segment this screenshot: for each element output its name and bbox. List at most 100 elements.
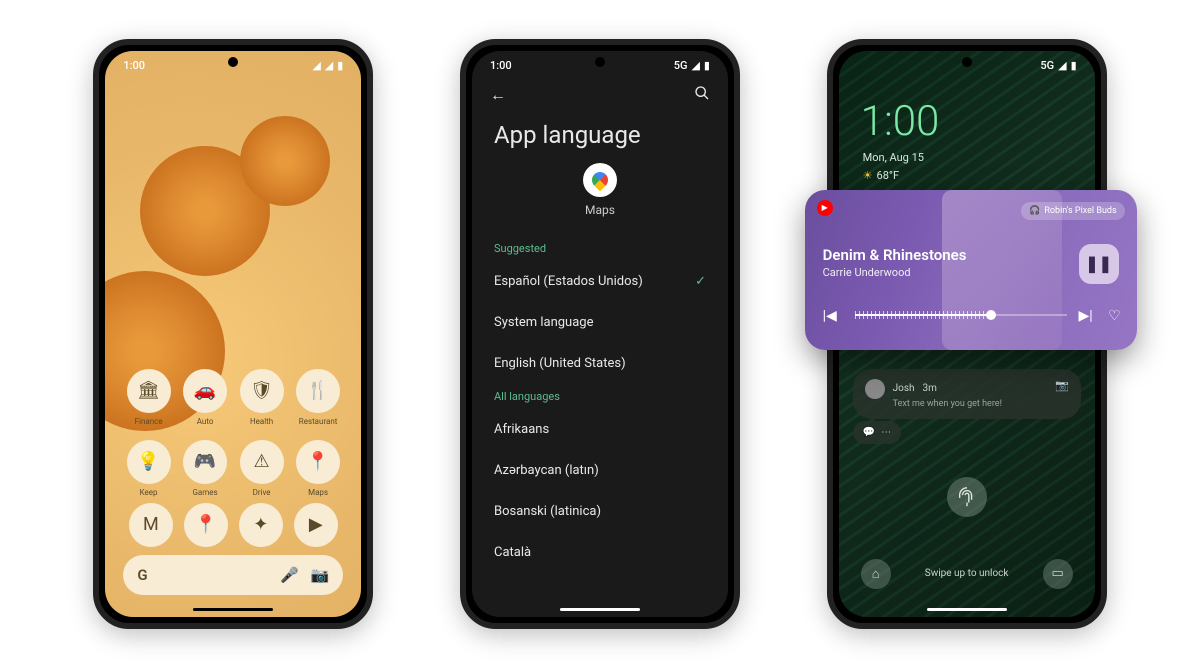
search-icon[interactable] [694, 85, 710, 105]
notif-sender: Josh [893, 383, 915, 394]
lang-option-afrikaans[interactable]: Afrikaans [494, 409, 706, 450]
youtube-music-icon: ▶ [817, 200, 833, 216]
network-label: 5G [674, 59, 688, 72]
car-icon: 🚗 [183, 369, 227, 413]
app-drive[interactable]: ⚠ Drive [236, 440, 287, 497]
status-icons: 5G ◢ ▮ [1040, 59, 1076, 72]
status-time: 1:00 [123, 59, 145, 72]
pause-button[interactable]: ❚❚ [1079, 244, 1119, 284]
battery-icon: ▮ [1071, 59, 1077, 72]
app-label: Health [250, 417, 273, 426]
network-label: 5G [1040, 59, 1054, 72]
app-label: Maps [308, 488, 328, 497]
app-label: Finance [135, 417, 163, 426]
wallpaper-flower [240, 116, 330, 206]
app-name: Maps [585, 203, 615, 217]
lang-label: English (United States) [494, 356, 626, 371]
chat-icon: 💬 [863, 427, 875, 438]
signal-icon: ◢ [691, 59, 699, 72]
battery-icon: ▮ [704, 59, 710, 72]
phone-settings-language: 1:00 5G ◢ ▮ ← App language Maps Suggeste… [460, 39, 740, 629]
nav-pill[interactable] [560, 608, 640, 611]
lang-option-bosanski[interactable]: Bosanski (latinica) [494, 491, 706, 532]
app-label: Restaurant [299, 417, 338, 426]
sun-icon: ☀ [863, 169, 873, 182]
check-icon: ✓ [695, 274, 706, 289]
more-icon: ⋯ [881, 427, 891, 438]
app-finance[interactable]: 🏛 Finance [123, 369, 174, 426]
lang-label: Bosanski (latinica) [494, 504, 601, 519]
app-keep[interactable]: 💡 Keep [123, 440, 174, 497]
status-time: 1:00 [490, 59, 512, 72]
app-grid: 🏛 Finance 🚗 Auto 🛡 Health 🍴 Restaurant 💡… [105, 369, 361, 497]
fingerprint-sensor[interactable] [947, 477, 987, 517]
previous-button[interactable]: |◀ [823, 308, 837, 324]
google-logo: G [137, 566, 147, 584]
signal-icon: ◢ [312, 59, 320, 72]
lock-time: 1:00 [861, 97, 940, 146]
favorite-button[interactable]: ♡ [1108, 308, 1121, 324]
gmail-icon: M [129, 503, 173, 547]
nav-pill[interactable] [193, 608, 273, 611]
nav-pill[interactable] [927, 608, 1007, 611]
camera-icon[interactable]: 📷 [311, 566, 330, 584]
back-button[interactable]: ← [490, 85, 506, 105]
avatar [865, 379, 885, 399]
notification-message[interactable]: Josh 3m Text me when you get here! 📷 [853, 369, 1081, 419]
app-restaurant[interactable]: 🍴 Restaurant [293, 369, 344, 426]
lang-option-espanol[interactable]: Español (Estados Unidos) ✓ [494, 261, 706, 302]
wallet-button[interactable]: ▭ [1043, 559, 1073, 589]
track-artist: Carrie Underwood [823, 266, 911, 279]
temp-value: 68°F [877, 169, 900, 182]
lang-option-english[interactable]: English (United States) [494, 343, 706, 384]
search-bar[interactable]: G 🎤 📷 [123, 555, 343, 595]
progress-knob[interactable] [986, 310, 996, 320]
home-control-button[interactable]: ⌂ [861, 559, 891, 589]
app-auto[interactable]: 🚗 Auto [180, 369, 231, 426]
lock-date: Mon, Aug 15 [863, 151, 924, 164]
pin-icon: 📍 [296, 440, 340, 484]
signal-icon: ◢ [1058, 59, 1066, 72]
unlock-hint: Swipe up to unlock [925, 568, 1009, 579]
lang-option-azerbaycan[interactable]: Azərbaycan (latın) [494, 450, 706, 491]
battery-icon: ▮ [337, 59, 343, 72]
maps-icon: 📍 [184, 503, 228, 547]
dock-maps[interactable]: 📍 [184, 503, 228, 547]
output-device-chip[interactable]: 🎧 Robin's Pixel Buds [1021, 202, 1124, 220]
notification-collapsed[interactable]: 💬 ⋯ [853, 421, 901, 444]
mic-icon[interactable]: 🎤 [280, 566, 299, 584]
fork-knife-icon: 🍴 [296, 369, 340, 413]
bank-icon: 🏛 [127, 369, 171, 413]
camera-hole [962, 57, 972, 67]
app-label: Games [192, 488, 217, 497]
progress-fill [855, 314, 986, 316]
track-title: Denim & Rhinestones [823, 246, 967, 264]
earbuds-icon: 🎧 [1029, 206, 1040, 216]
gamepad-icon: 🎮 [183, 440, 227, 484]
lock-weather: ☀ 68°F [863, 169, 899, 182]
notif-time: 3m [923, 383, 937, 394]
app-maps[interactable]: 📍 Maps [293, 440, 344, 497]
lang-option-system[interactable]: System language [494, 302, 706, 343]
lang-option-catala[interactable]: Català [494, 532, 706, 573]
dock-photos[interactable]: ✦ [239, 503, 283, 547]
next-button[interactable]: ▶| [1078, 308, 1092, 324]
maps-app-icon [583, 163, 617, 197]
app-health[interactable]: 🛡 Health [236, 369, 287, 426]
app-games[interactable]: 🎮 Games [180, 440, 231, 497]
dock-youtube[interactable]: ▶ [294, 503, 338, 547]
shield-icon: 🛡 [240, 369, 284, 413]
lang-label: Español (Estados Unidos) [494, 274, 643, 289]
camera-hole [228, 57, 238, 67]
dock-gmail[interactable]: M [129, 503, 173, 547]
lang-label: Azərbaycan (latın) [494, 463, 599, 478]
media-player-card[interactable]: ▶ 🎧 Robin's Pixel Buds Denim & Rhineston… [805, 190, 1137, 350]
wifi-icon: ◢ [325, 59, 333, 72]
camera-icon[interactable]: 📷 [1055, 379, 1069, 392]
progress-bar[interactable] [855, 314, 1067, 316]
app-label: Drive [253, 488, 271, 497]
notif-body: Text me when you get here! [893, 399, 1069, 409]
app-label: Keep [140, 488, 158, 497]
section-suggested: Suggested [494, 242, 706, 255]
youtube-icon: ▶ [294, 503, 338, 547]
